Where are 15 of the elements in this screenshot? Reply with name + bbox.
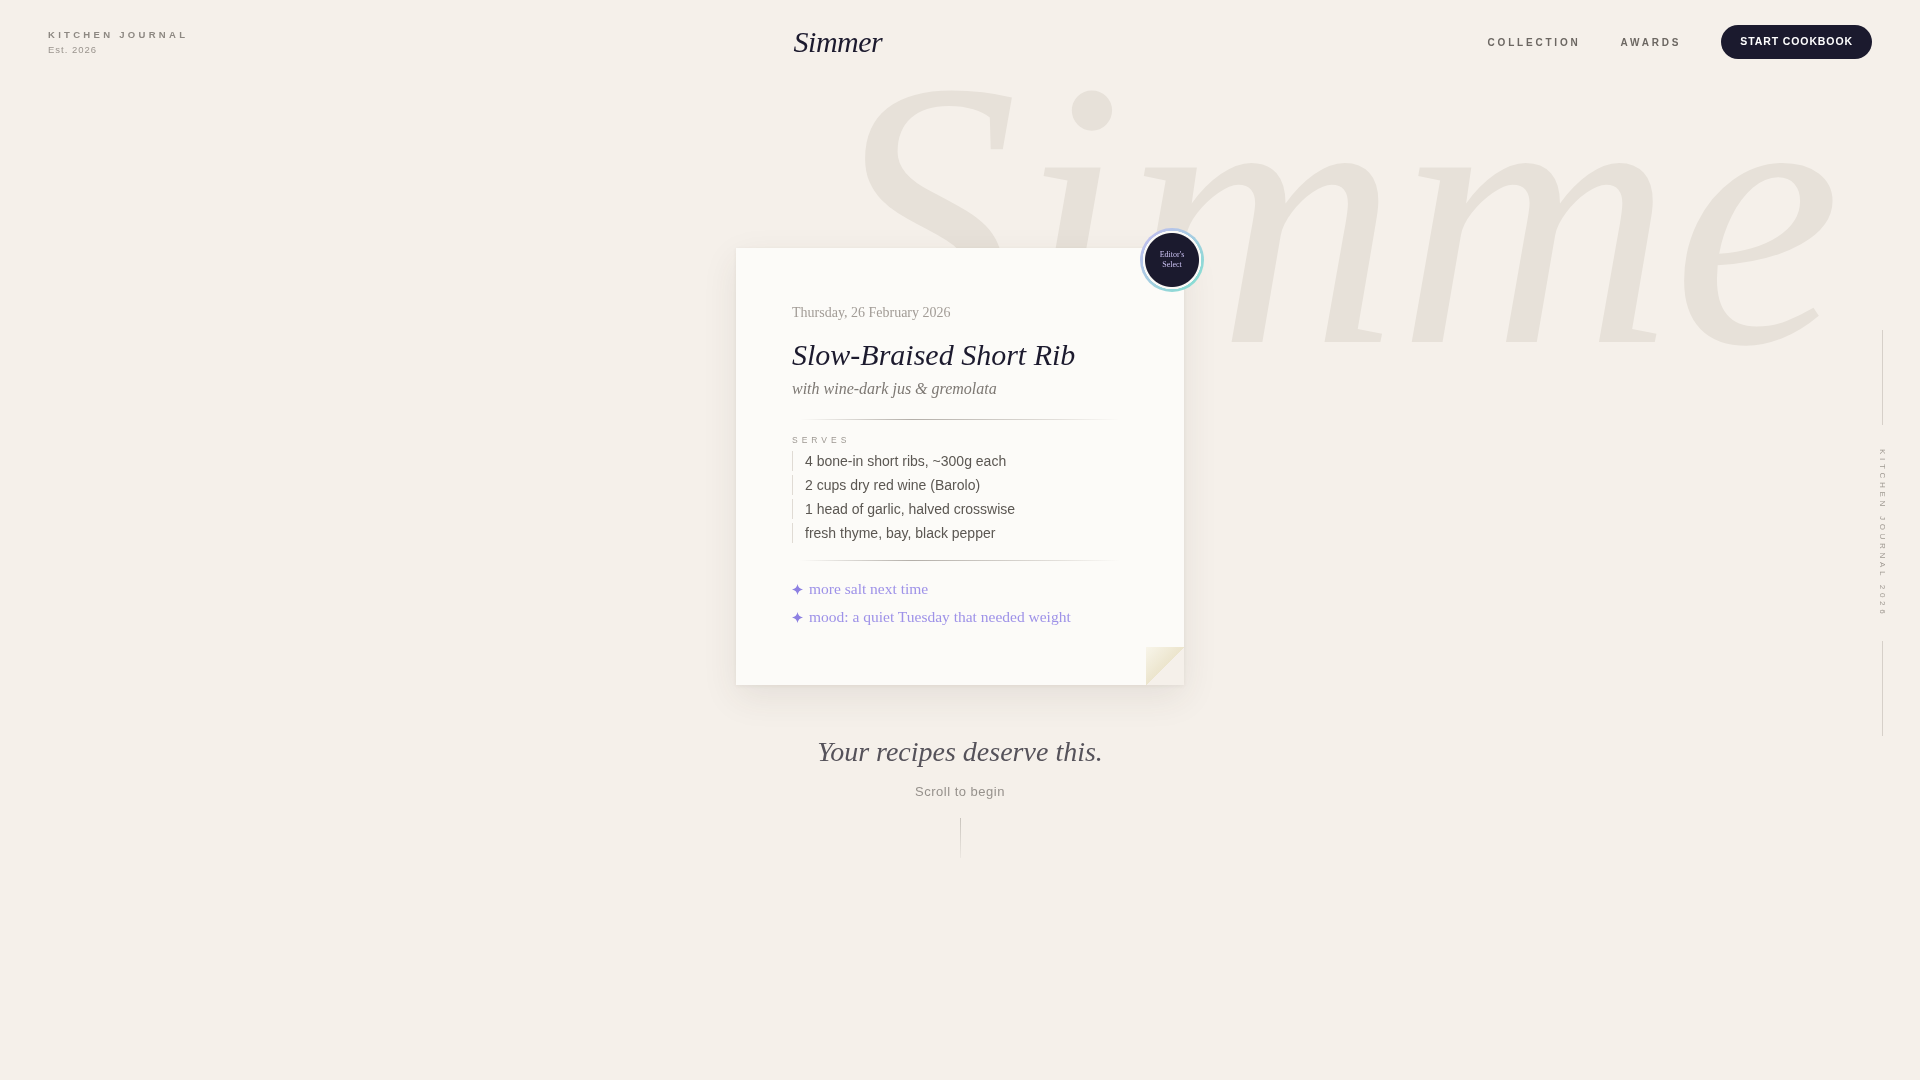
established-label: Est. 2026 <box>48 43 99 56</box>
sparkle-icon <box>792 583 803 595</box>
side-label: KITCHEN JOURNAL 2026 <box>1877 449 1887 618</box>
ingredient-item: 2 cups dry red wine (Barolo) <box>792 475 1128 495</box>
sparkle-icon <box>792 611 803 623</box>
note-text: mood: a quiet Tuesday that needed weight <box>809 607 1071 627</box>
brand-label: KITCHEN JOURNAL <box>48 28 189 41</box>
tagline: Your recipes deserve this. <box>817 735 1103 769</box>
ingredient-item: fresh thyme, bay, black pepper <box>792 523 1128 543</box>
folded-corner-icon <box>1146 647 1184 685</box>
scroll-hint: Scroll to begin <box>915 784 1005 800</box>
ingredient-item: 1 head of garlic, halved crosswise <box>792 499 1128 519</box>
ingredient-item: 4 bone-in short ribs, ~300g each <box>792 451 1128 471</box>
section-label: SERVES <box>792 435 852 446</box>
note-text: more salt next time <box>809 579 929 599</box>
